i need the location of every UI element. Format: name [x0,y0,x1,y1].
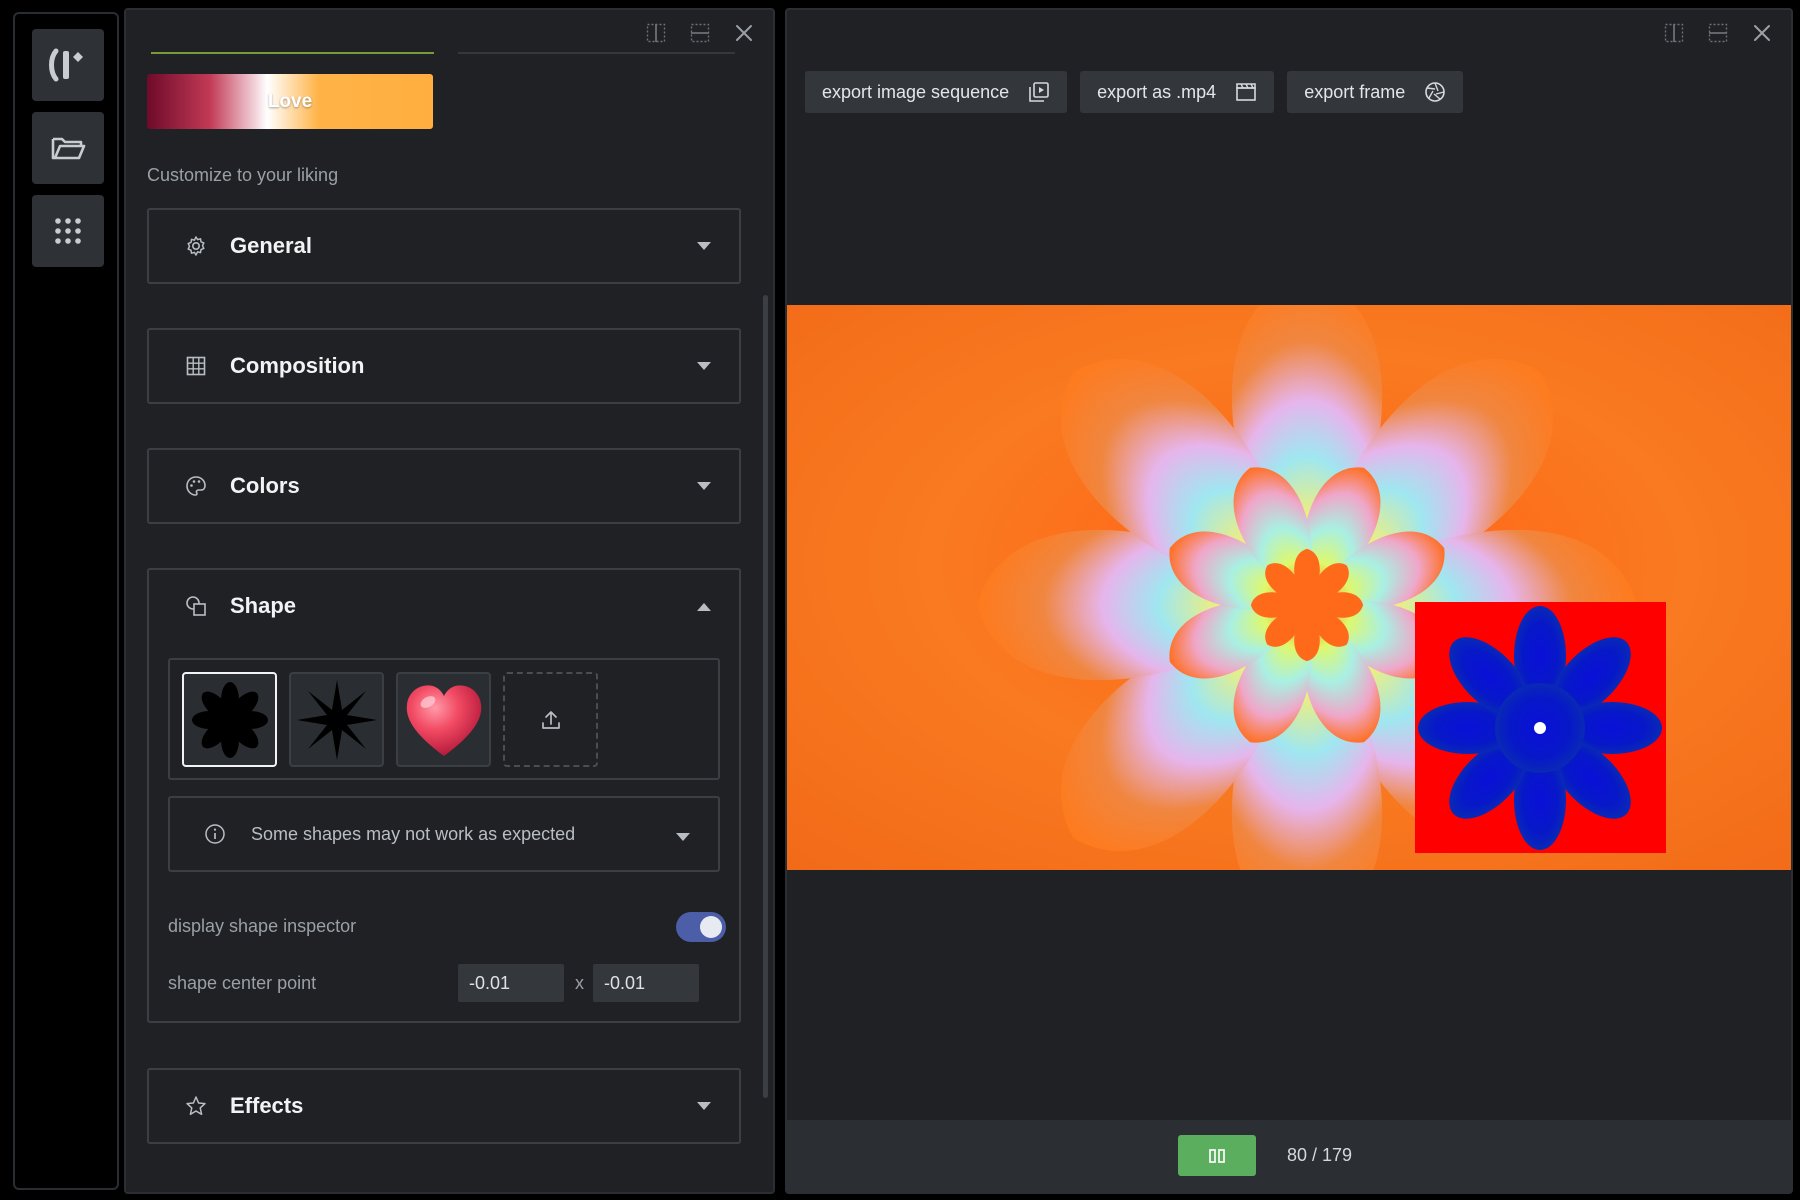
preview-panel: export image sequence export as .mp4 exp… [785,8,1793,1194]
section-effects-title: Effects [230,1093,304,1118]
section-effects-header[interactable]: Effects [149,1070,739,1142]
split-vertical-icon [1664,23,1684,43]
close-panel-button[interactable] [733,22,755,44]
section-shape: Shape Some shapes may not work as expect… [147,568,741,1023]
grid-icon [183,356,209,376]
pause-button[interactable] [1178,1135,1256,1176]
open-file-button[interactable] [32,112,104,184]
apps-button[interactable] [32,195,104,267]
settings-panel: Love Customize to your liking General Co… [124,8,775,1194]
panel-scrollbar[interactable] [763,295,768,1098]
split-horizontal-icon [690,23,710,43]
chevron-down-icon [697,358,711,376]
render-output [787,275,1791,935]
shape-notice-dropdown[interactable]: Some shapes may not work as expected [168,796,720,872]
heart-shape-icon [406,684,481,756]
frame-counter: 80 / 179 [1287,1145,1353,1165]
close-icon [1754,25,1770,41]
shape-thumb-flower[interactable] [182,672,277,767]
export-image-sequence-button[interactable]: export image sequence [805,71,1068,113]
chevron-down-icon [697,238,711,256]
tab-indicator [458,52,735,54]
section-general: General [147,208,741,284]
export-mp4-button[interactable]: export as .mp4 [1080,71,1275,113]
section-shape-header[interactable]: Shape [149,570,739,642]
star-icon [183,1095,209,1117]
preview-header [787,10,1791,56]
shape-center-y-input[interactable] [593,964,699,1002]
section-shape-title: Shape [230,593,297,618]
palette-icon [183,475,209,497]
chevron-down-icon [676,829,690,847]
shape-inspector-label: display shape inspector [168,916,357,936]
panel-subtitle: Customize to your liking [147,165,339,185]
shape-inspector-overlay[interactable] [1415,602,1666,853]
section-general-header[interactable]: General [149,210,739,282]
shape-inspector-toggle[interactable] [676,912,726,942]
app-rail [13,12,119,1190]
close-icon [736,25,752,41]
chevron-up-icon [697,598,711,616]
split-vertical-icon [646,23,666,43]
export-image-sequence-label: export image sequence [822,81,1010,102]
section-composition: Composition [147,328,741,404]
flower-shape-icon [191,681,268,758]
image-sequence-icon [1028,81,1050,103]
playback-bar: 80 / 179 [787,1120,1791,1192]
pause-icon [1209,1148,1225,1163]
info-icon [204,823,226,845]
split-vertical-button[interactable] [1663,22,1685,44]
split-horizontal-button[interactable] [689,22,711,44]
panel-header [126,10,773,56]
shape-notice-text: Some shapes may not work as expected [251,823,576,844]
section-composition-header[interactable]: Composition [149,330,739,402]
shape-center-handle [1534,722,1546,734]
star-shape-icon [296,679,377,760]
split-vertical-button[interactable] [645,22,667,44]
section-composition-title: Composition [230,353,365,378]
upload-icon [541,710,560,729]
section-colors: Colors [147,448,741,524]
logo-icon [49,48,83,82]
export-mp4-label: export as .mp4 [1097,81,1217,102]
section-effects: Effects [147,1068,741,1144]
camera-aperture-icon [1424,81,1446,103]
split-horizontal-icon [1708,23,1728,43]
tab-indicator-active [151,52,434,54]
split-horizontal-button[interactable] [1707,22,1729,44]
export-toolbar: export image sequence export as .mp4 exp… [805,71,1464,113]
toggle-knob [700,916,722,938]
export-frame-label: export frame [1304,81,1406,102]
coordinate-separator: x [575,973,584,993]
chevron-down-icon [697,1098,711,1116]
clapperboard-icon [1235,82,1257,102]
grid-dots-icon [55,218,81,244]
section-colors-title: Colors [230,473,300,498]
shape-thumb-heart[interactable] [396,672,491,767]
preset-love-button[interactable]: Love [147,74,433,129]
gear-icon [183,235,209,257]
shape-upload-button[interactable] [503,672,598,767]
shape-thumb-star[interactable] [289,672,384,767]
shape-picker [168,658,720,780]
shape-center-x-input[interactable] [458,964,564,1002]
shapes-icon [183,595,209,617]
chevron-down-icon [697,478,711,496]
export-frame-button[interactable]: export frame [1287,71,1464,113]
logo-button[interactable] [32,29,104,101]
close-preview-button[interactable] [1751,22,1773,44]
folder-open-icon [51,137,86,160]
section-colors-header[interactable]: Colors [149,450,739,522]
preview-canvas[interactable] [787,275,1791,935]
shape-center-label: shape center point [168,973,317,993]
section-general-title: General [230,233,312,258]
